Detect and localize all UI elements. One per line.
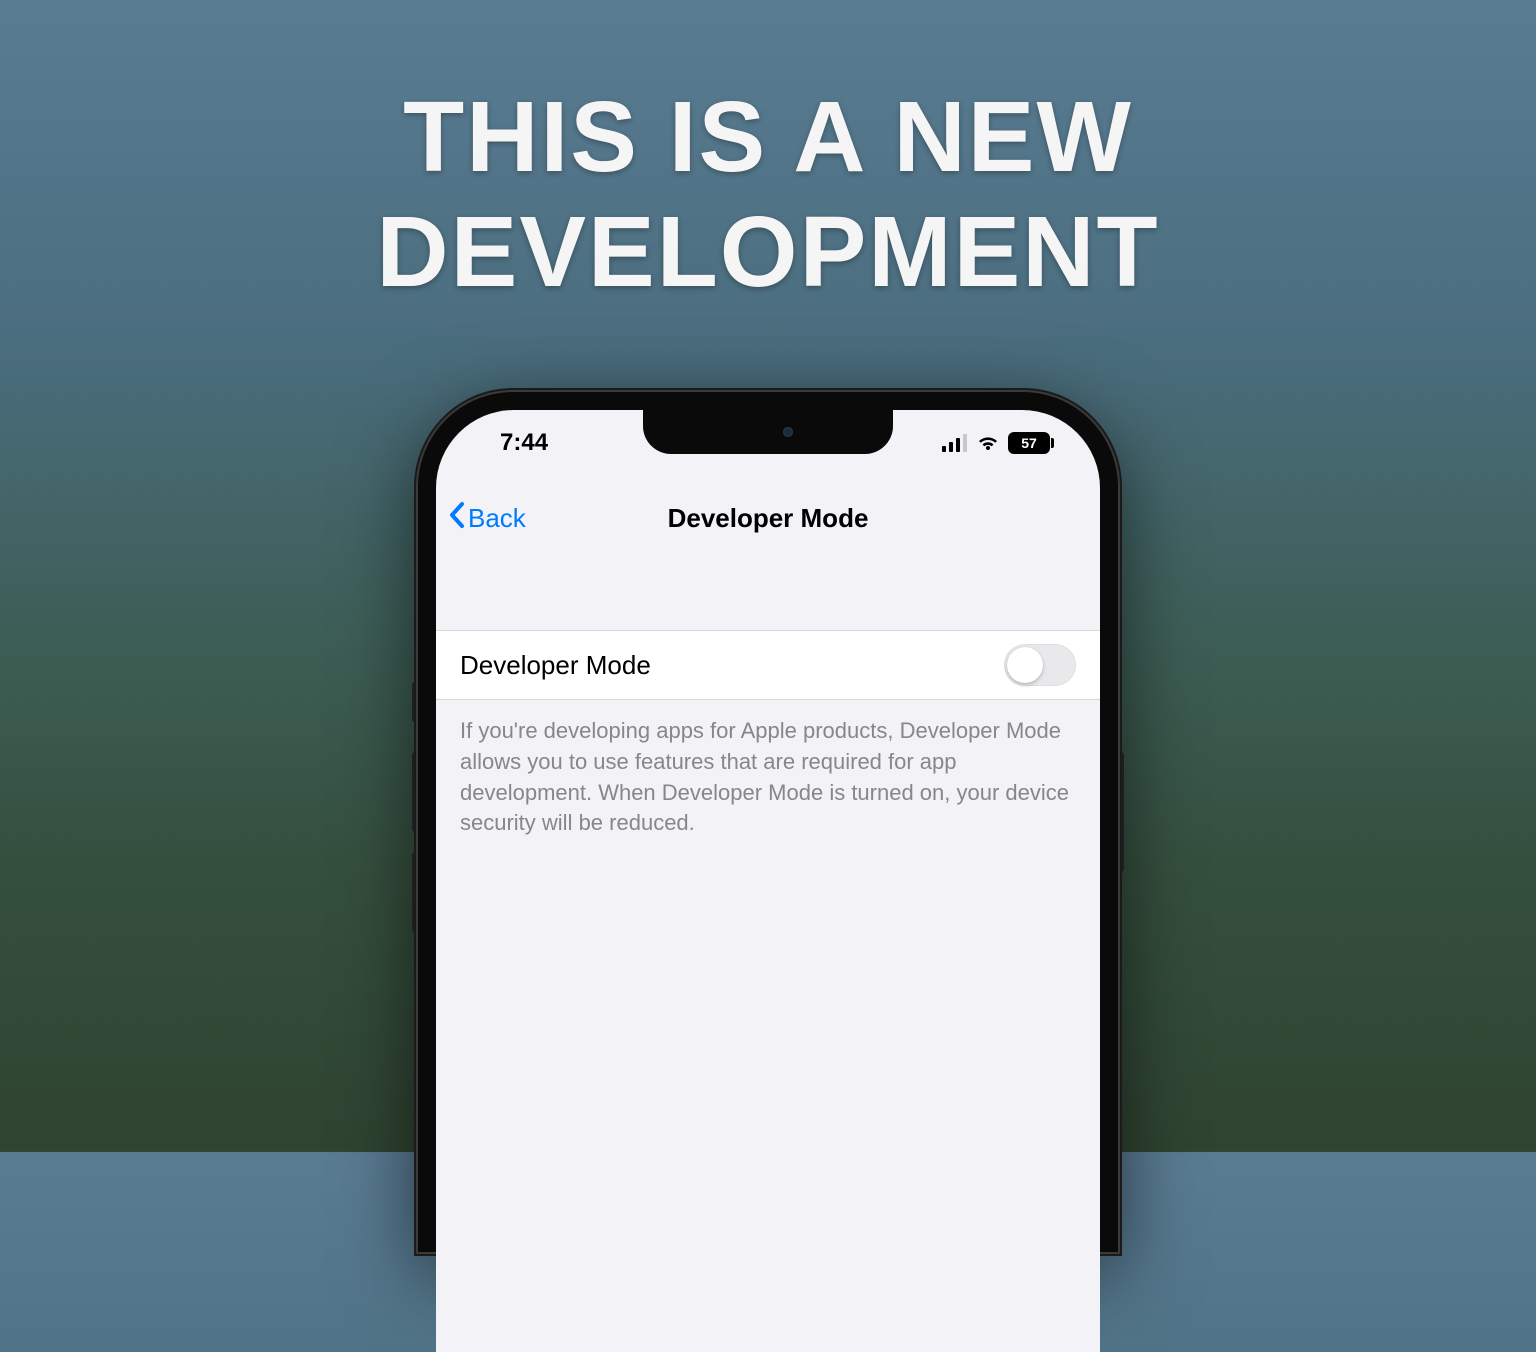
status-time: 7:44: [476, 429, 656, 457]
headline-line2: DEVELOPMENT: [0, 195, 1536, 310]
back-label: Back: [468, 503, 526, 534]
status-icons: 57: [942, 432, 1060, 454]
settings-content: Developer Mode If you're developing apps…: [436, 580, 1100, 1352]
back-button[interactable]: Back: [448, 501, 526, 536]
cellular-signal-icon: [942, 434, 968, 452]
phone-side-button: [1118, 752, 1124, 872]
navigation-bar: Back Developer Mode: [436, 490, 1100, 546]
setting-description: If you're developing apps for Apple prod…: [436, 700, 1100, 855]
chevron-left-icon: [448, 501, 466, 536]
phone-screen: 7:44 57: [436, 410, 1100, 1352]
wifi-icon: [976, 434, 1000, 452]
developer-mode-label: Developer Mode: [460, 650, 1004, 681]
battery-level-icon: 57: [1008, 432, 1050, 454]
developer-mode-toggle[interactable]: [1004, 644, 1076, 686]
camera-icon: [783, 427, 793, 437]
page-title: Developer Mode: [436, 503, 1100, 534]
headline: THIS IS A NEW DEVELOPMENT: [0, 80, 1536, 310]
phone-mockup: 7:44 57: [418, 392, 1118, 1152]
developer-mode-row[interactable]: Developer Mode: [436, 630, 1100, 700]
phone-frame: 7:44 57: [418, 392, 1118, 1252]
toggle-knob: [1007, 647, 1043, 683]
phone-notch: [643, 410, 893, 454]
battery-percent: 57: [1021, 435, 1037, 451]
headline-line1: THIS IS A NEW: [0, 80, 1536, 195]
